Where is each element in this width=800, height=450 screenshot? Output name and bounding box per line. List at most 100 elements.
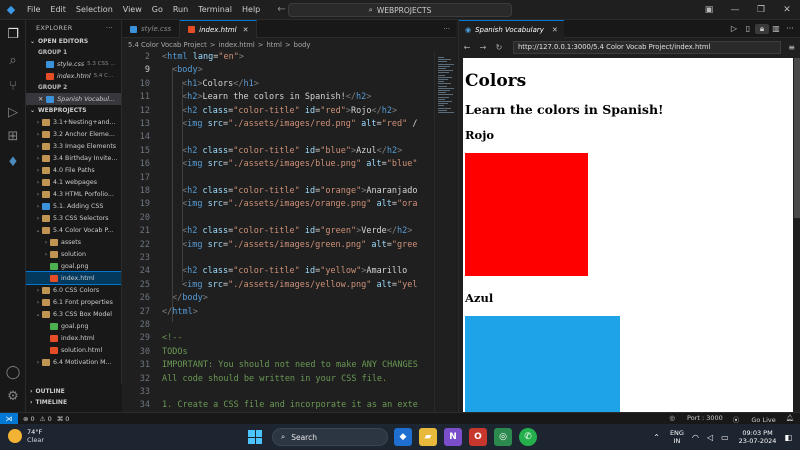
battery-icon[interactable]: ▭ xyxy=(721,433,729,442)
tree-item[interactable]: solution.html xyxy=(26,344,121,356)
layout-icon[interactable]: ▣ xyxy=(696,5,722,15)
menu-item[interactable]: File xyxy=(22,5,45,14)
group-1-label[interactable]: GROUP 1 xyxy=(26,47,121,58)
menu-item[interactable]: Go xyxy=(147,5,168,14)
split-icon[interactable]: ▯ xyxy=(741,24,755,33)
account-icon[interactable]: ◯ xyxy=(4,364,22,382)
minimize-button[interactable]: — xyxy=(722,5,748,15)
url-input[interactable]: http://127.0.0.1:3000/5.4 Color Vocab Pr… xyxy=(513,40,781,54)
hamburger-menu-icon[interactable]: ≡ xyxy=(788,43,795,52)
tree-item[interactable]: index.html xyxy=(26,271,121,285)
chevron-up-icon[interactable]: ⌃ xyxy=(653,433,660,442)
close-button[interactable]: ✕ xyxy=(774,5,800,15)
group-2-label[interactable]: GROUP 2 xyxy=(26,82,121,93)
wifi-icon[interactable]: ◠ xyxy=(692,433,699,442)
editor-tab[interactable]: style.css xyxy=(122,20,181,38)
browser-tab[interactable]: ◉ Spanish Vocabulary ✕ xyxy=(459,20,564,38)
outline-section[interactable]: › OUTLINE xyxy=(26,386,122,397)
tree-item[interactable]: ⌄ 6.3 CSS Box Model xyxy=(26,308,121,320)
tree-item[interactable]: › 6.4 Motivation M... xyxy=(26,356,121,368)
restore-button[interactable]: ❐ xyxy=(748,5,774,15)
menu-item[interactable]: Terminal xyxy=(193,5,237,14)
reload-icon[interactable]: ↻ xyxy=(491,43,507,52)
page-scrollbar[interactable] xyxy=(793,58,800,412)
search-icon[interactable]: ⌕ xyxy=(4,52,22,70)
windows-start-icon[interactable] xyxy=(248,430,262,444)
close-icon[interactable]: ✕ xyxy=(243,26,249,34)
tree-item[interactable]: ⌄ 5.4 Color Vocab P... xyxy=(26,224,121,236)
remote-icon[interactable]: ⋊ xyxy=(0,412,18,425)
weather-widget[interactable]: 74°F Clear xyxy=(8,428,44,444)
port-indicator[interactable]: ◎ Port : 3000 xyxy=(669,414,723,424)
tree-item[interactable]: goal.png xyxy=(26,320,121,332)
tree-item[interactable]: › 4.0 File Paths xyxy=(26,164,121,176)
whatsapp-icon[interactable]: ✆ xyxy=(519,428,537,446)
file-explorer-icon[interactable]: ▰ xyxy=(419,428,437,446)
explorer-icon[interactable]: ❐ xyxy=(4,26,22,44)
vscode-app-icon[interactable]: ◆ xyxy=(394,428,412,446)
notification-center-icon[interactable]: ◧ xyxy=(784,433,792,442)
menu-item[interactable]: Edit xyxy=(45,5,71,14)
tree-item[interactable]: › 4.1 webpages xyxy=(26,176,121,188)
onenote-icon[interactable]: N xyxy=(444,428,462,446)
timeline-section[interactable]: › TIMELINE xyxy=(26,397,122,408)
breadcrumb-part[interactable]: body xyxy=(294,41,311,49)
scrollbar-thumb[interactable] xyxy=(794,58,800,218)
breadcrumb-part[interactable]: 5.4 Color Vocab Project xyxy=(128,41,207,49)
open-editors-section[interactable]: ⌄ OPEN EDITORS xyxy=(26,36,121,47)
tree-item[interactable]: › 4.3 HTML Porfolio... xyxy=(26,188,121,200)
workspace-section[interactable]: ⌄ WEBPROJECTS xyxy=(26,105,121,116)
tree-item[interactable]: index.html xyxy=(26,332,121,344)
tree-item[interactable]: › 6.0 CSS Colors xyxy=(26,284,121,296)
tree-item[interactable]: › solution xyxy=(26,248,121,260)
errors-count[interactable]: ⊗ 0 xyxy=(23,415,35,423)
menu-item[interactable]: Help xyxy=(237,5,265,14)
office-icon[interactable]: O xyxy=(469,428,487,446)
close-icon[interactable]: ✕ xyxy=(38,96,43,103)
open-editor-item[interactable]: style.css 5.3 CSS ... xyxy=(26,58,121,70)
menu-item[interactable]: View xyxy=(118,5,147,14)
more-actions-icon[interactable]: ··· xyxy=(437,20,456,37)
editor-tab[interactable]: index.html ✕ xyxy=(180,20,258,38)
tree-item[interactable]: › 3.4 Birthday Invite... xyxy=(26,152,121,164)
taskbar-search[interactable]: ⌕ Search xyxy=(272,428,388,446)
warnings-count[interactable]: ⚠ 0 xyxy=(40,415,52,423)
open-editor-item[interactable]: index.html 5.4 C... xyxy=(26,70,121,82)
tree-item[interactable]: goal.png xyxy=(26,260,121,272)
open-editor-item[interactable]: ✕ Spanish Vocabul... xyxy=(26,93,121,105)
breadcrumb-part[interactable]: html xyxy=(266,41,281,49)
tree-item[interactable]: › assets xyxy=(26,236,121,248)
clock[interactable]: 09:03 PM 23-07-2024 xyxy=(739,429,777,445)
more-actions-icon[interactable]: ··· xyxy=(783,24,797,33)
breadcrumb-part[interactable]: index.html xyxy=(219,41,255,49)
lock-icon[interactable]: 🔒︎ xyxy=(755,23,769,34)
settings-gear-icon[interactable]: ⚙ xyxy=(4,388,22,406)
menu-item[interactable]: Selection xyxy=(71,5,118,14)
tree-item[interactable]: › 3.2 Anchor Eleme... xyxy=(26,128,121,140)
minimap[interactable] xyxy=(434,51,456,412)
tree-item[interactable]: › 3.3 Image Elements xyxy=(26,140,121,152)
forward-arrow-icon[interactable]: → xyxy=(475,43,491,52)
close-icon[interactable]: ✕ xyxy=(552,26,558,34)
command-center-search[interactable]: ⌕ WEBPROJECTS xyxy=(288,3,512,17)
go-live-button[interactable]: ⦿ Go Live xyxy=(733,414,776,424)
tree-item[interactable]: › 6.1 Font properties xyxy=(26,296,121,308)
python-icon[interactable]: ♦ xyxy=(4,154,22,172)
run-icon[interactable]: ▷ xyxy=(727,24,741,33)
language-indicator[interactable]: ENG IN xyxy=(670,429,684,445)
code-editor[interactable]: 2 <html lang="en"> 9 <body> 10 <h1>Colors</h1… xyxy=(122,51,434,412)
tree-item[interactable]: › 5.3 CSS Selectors xyxy=(26,212,121,224)
notifications-bell-icon[interactable]: 🔔︎ xyxy=(786,414,794,424)
volume-icon[interactable]: ◁ xyxy=(707,433,713,442)
tree-item[interactable]: › 3.1+Nesting+and... xyxy=(26,116,121,128)
more-actions-icon[interactable]: ··· xyxy=(106,24,113,32)
ports-count[interactable]: ⌘ 0 xyxy=(57,415,70,423)
tree-item[interactable]: › 5.1. Adding CSS xyxy=(26,200,121,212)
source-control-icon[interactable]: ⑂ xyxy=(4,78,22,96)
back-arrow-icon[interactable]: ← xyxy=(459,43,475,52)
menu-item[interactable]: Run xyxy=(168,5,193,14)
run-debug-icon[interactable]: ▷ xyxy=(4,104,22,122)
chrome-icon[interactable]: ◎ xyxy=(494,428,512,446)
extensions-icon[interactable]: ⊞ xyxy=(4,128,22,146)
layout-icon[interactable]: ▥ xyxy=(769,24,783,33)
